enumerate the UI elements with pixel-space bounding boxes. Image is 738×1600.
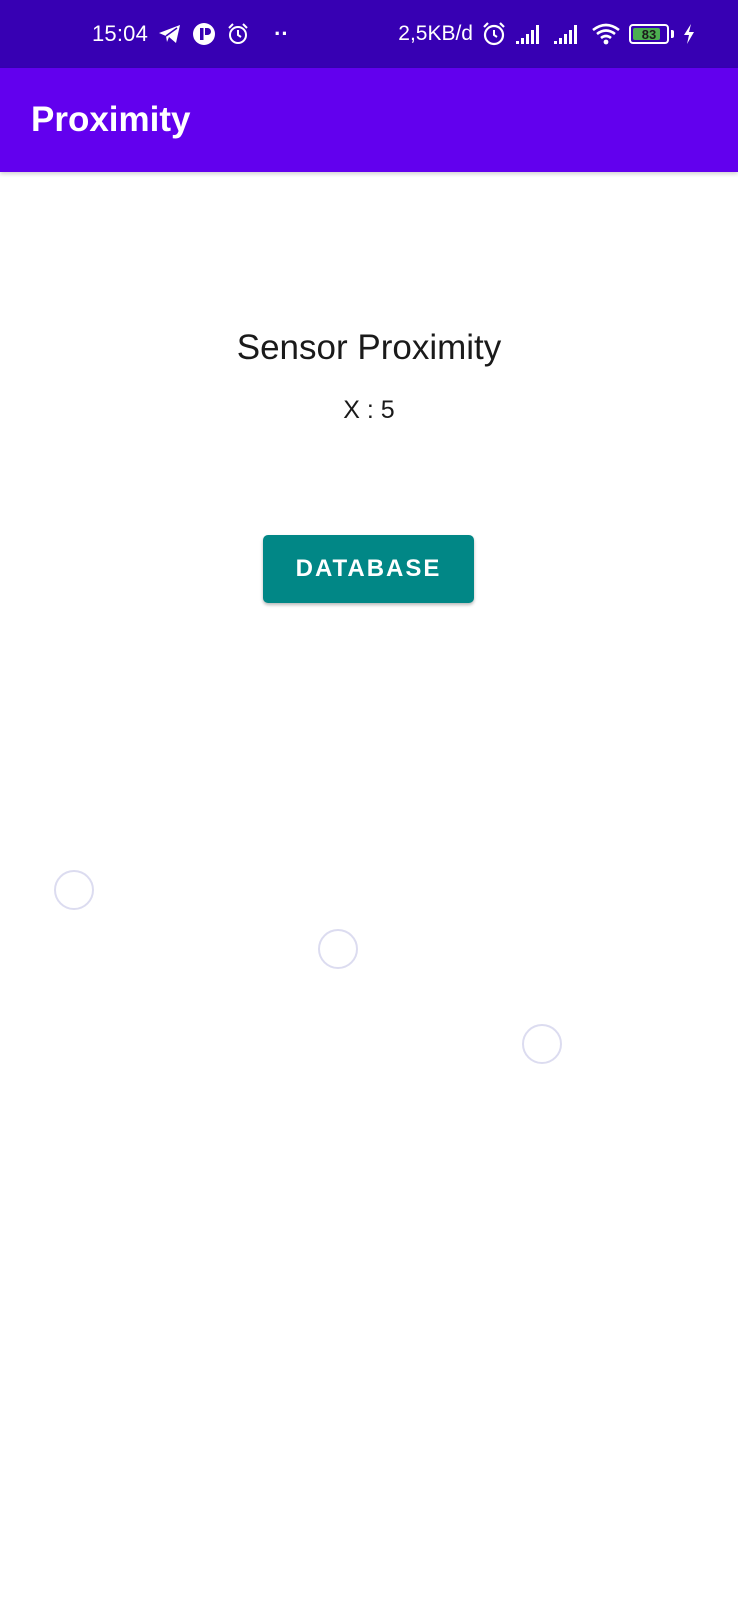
- alarm-clock-icon: [481, 21, 507, 47]
- sensor-value: X : 5: [343, 396, 395, 424]
- status-bar-left: 15:04 ··: [92, 0, 289, 68]
- touch-indicator: [54, 870, 94, 910]
- battery-tip: [671, 30, 674, 38]
- sensor-title: Sensor Proximity: [236, 328, 502, 367]
- charging-icon: [682, 23, 696, 45]
- signal-sim2-icon: [553, 23, 583, 45]
- app-notification-icon: [192, 22, 216, 46]
- wifi-icon: [591, 22, 621, 46]
- status-bar-right: 2,5KB/d 83: [398, 0, 696, 68]
- more-notifications-icon: ··: [274, 21, 289, 46]
- network-speed: 2,5KB/d: [398, 22, 473, 45]
- alarm-icon: [226, 22, 250, 46]
- signal-sim1-icon: [515, 23, 545, 45]
- database-button[interactable]: DATABASE: [263, 535, 474, 603]
- app-title: Proximity: [31, 100, 191, 139]
- battery-level: 83: [641, 26, 657, 42]
- status-bar: 15:04 ·· 2,5KB/d 83: [0, 0, 738, 68]
- touch-indicator: [318, 929, 358, 969]
- telegram-icon: [158, 24, 182, 44]
- battery-icon: 83: [629, 24, 669, 44]
- app-bar: Proximity: [0, 68, 738, 172]
- clock: 15:04: [92, 21, 149, 46]
- touch-indicator: [522, 1024, 562, 1064]
